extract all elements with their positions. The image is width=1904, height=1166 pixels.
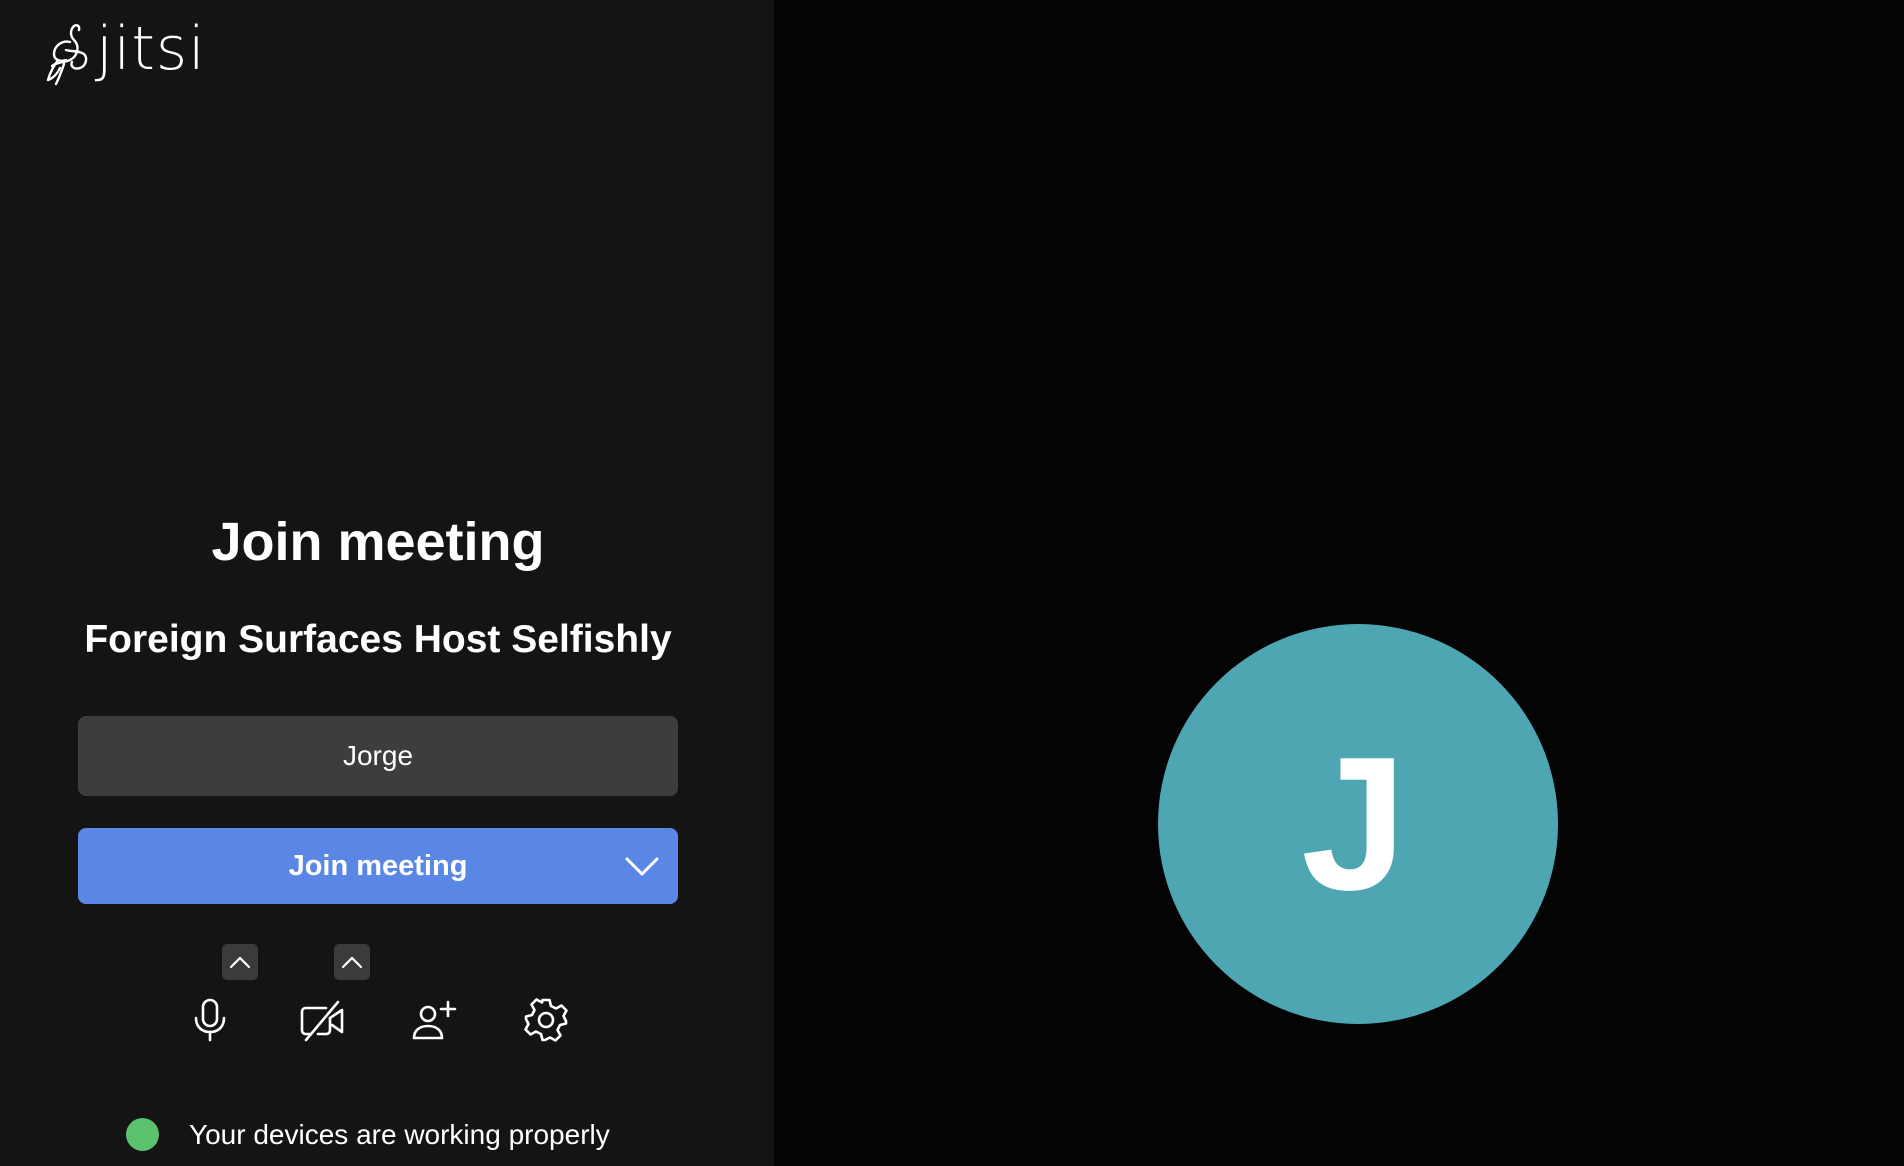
- join-meeting-label: Join meeting: [288, 849, 468, 882]
- camera-toggle[interactable]: [292, 944, 370, 1054]
- video-preview: J: [774, 0, 1904, 1166]
- chevron-up-icon: [229, 956, 251, 969]
- chevron-down-icon[interactable]: [624, 850, 660, 882]
- device-toolbar: [180, 944, 576, 1054]
- video-options-button[interactable]: [334, 944, 370, 980]
- gear-icon[interactable]: [520, 994, 572, 1046]
- prejoin-screen: jitsi Join meeting Foreign Surfaces Host…: [0, 0, 1904, 1166]
- microphone-icon[interactable]: [184, 994, 236, 1046]
- prejoin-panel: jitsi Join meeting Foreign Surfaces Host…: [0, 0, 774, 1166]
- audio-options-button[interactable]: [222, 944, 258, 980]
- logo-text: jitsi: [96, 14, 206, 84]
- status-indicator: [126, 1118, 159, 1151]
- jitsi-bird-logo-icon: [46, 24, 88, 86]
- jitsi-logo[interactable]: jitsi: [44, 18, 206, 88]
- room-name: Foreign Surfaces Host Selfishly: [84, 618, 672, 661]
- join-meeting-button[interactable]: Join meeting: [78, 828, 678, 904]
- settings-button[interactable]: [516, 944, 576, 1054]
- device-status: Your devices are working properly: [126, 1118, 610, 1151]
- microphone-toggle[interactable]: [180, 944, 258, 1054]
- chevron-up-icon: [341, 956, 363, 969]
- avatar: J: [1158, 624, 1558, 1024]
- invite-people-button[interactable]: [404, 944, 464, 1054]
- avatar-initial: J: [1301, 718, 1407, 930]
- display-name-input[interactable]: [78, 716, 678, 796]
- invite-people-icon[interactable]: [408, 994, 460, 1046]
- status-text: Your devices are working properly: [189, 1118, 610, 1150]
- page-title: Join meeting: [211, 512, 545, 572]
- video-off-icon[interactable]: [296, 994, 348, 1046]
- join-form: Join meeting Foreign Surfaces Host Selfi…: [78, 500, 678, 1054]
